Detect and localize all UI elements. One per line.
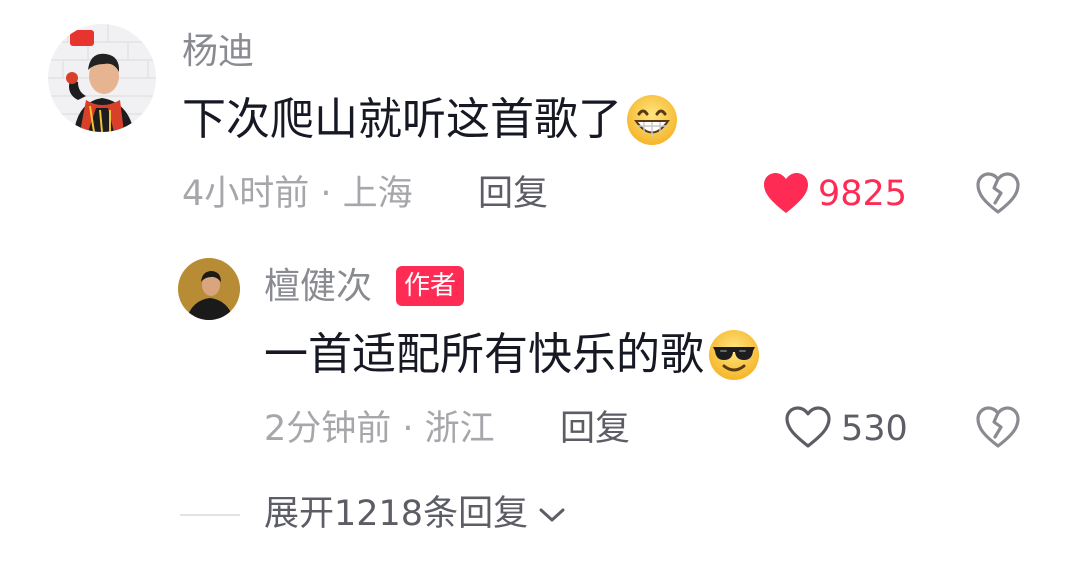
- chevron-down-icon: [538, 505, 566, 525]
- comment-username[interactable]: 杨迪: [182, 34, 254, 70]
- reply-reply-button[interactable]: 回复: [560, 412, 630, 447]
- divider: [180, 514, 240, 516]
- reply-like-count: 530: [841, 409, 908, 449]
- avatar-image: [48, 24, 156, 132]
- comment-thread: 杨迪 下次爬山就听这首歌了 4小时前 · 上海 回复 9825 檀健次 作者 一…: [0, 0, 1080, 569]
- reply-text: 一首适配所有快乐的歌: [264, 327, 762, 383]
- reply-like-button[interactable]: [784, 405, 832, 449]
- sunglasses-face-icon: [706, 327, 762, 383]
- reply-avatar[interactable]: [178, 258, 240, 320]
- reply-dislike-button[interactable]: [975, 405, 1021, 449]
- broken-heart-icon: [976, 172, 1020, 214]
- expand-replies-button[interactable]: 展开1218条回复: [264, 497, 566, 532]
- heart-outline-icon: [785, 406, 831, 448]
- avatar[interactable]: [48, 24, 156, 132]
- comment-text-content: 下次爬山就听这首歌了: [182, 94, 622, 145]
- reply-username[interactable]: 檀健次: [264, 269, 372, 305]
- heart-filled-icon: [764, 173, 808, 213]
- grinning-face-icon: [624, 92, 680, 148]
- dislike-button[interactable]: [975, 171, 1021, 215]
- comment-text: 下次爬山就听这首歌了: [182, 92, 680, 148]
- like-count: 9825: [818, 174, 908, 214]
- like-button[interactable]: [762, 171, 810, 215]
- author-badge: 作者: [396, 266, 465, 306]
- reply-button[interactable]: 回复: [478, 177, 548, 212]
- reply-text-content: 一首适配所有快乐的歌: [264, 329, 704, 380]
- expand-replies-label: 展开1218条回复: [264, 494, 529, 534]
- broken-heart-icon: [976, 406, 1020, 448]
- reply-time-location: 2分钟前 · 浙江: [264, 409, 495, 449]
- comment-time-location: 4小时前 · 上海: [182, 174, 413, 214]
- avatar-image: [178, 258, 240, 320]
